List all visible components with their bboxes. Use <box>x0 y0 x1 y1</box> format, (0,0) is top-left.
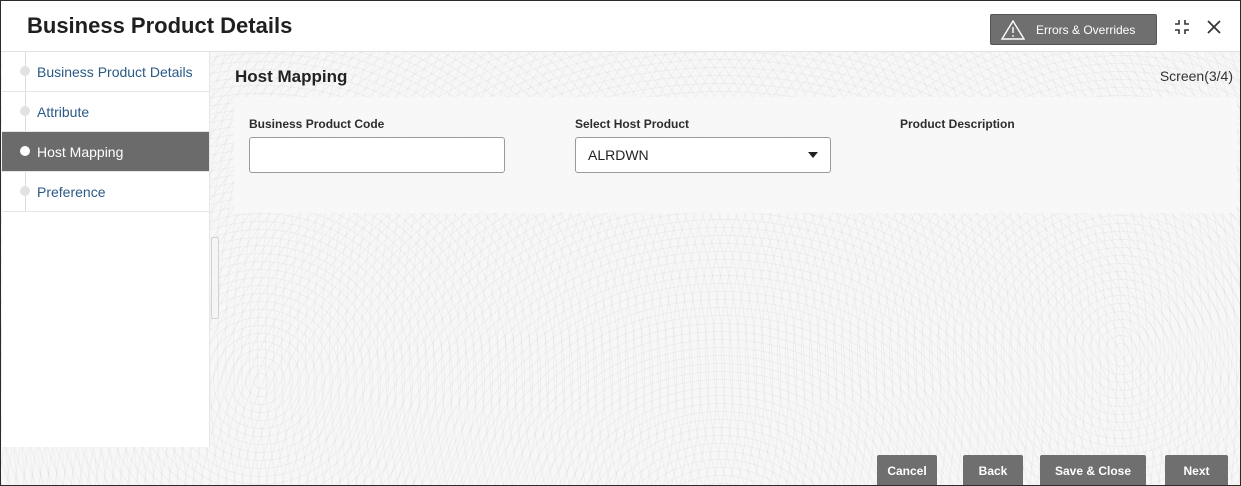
business-product-code-label: Business Product Code <box>249 117 385 131</box>
save-close-button[interactable]: Save & Close <box>1040 455 1146 485</box>
sidebar-item-host-mapping[interactable]: Host Mapping <box>2 132 209 172</box>
sidebar-item-preference[interactable]: Preference <box>2 172 209 212</box>
business-product-code-input[interactable] <box>249 137 505 173</box>
step-dot <box>20 66 30 76</box>
product-description-label: Product Description <box>900 117 1015 131</box>
screen-indicator: Screen(3/4) <box>1159 68 1233 84</box>
window-header: Business Product Details Errors & Overri… <box>1 1 1240 52</box>
sidebar-item-label: Business Product Details <box>37 64 193 80</box>
step-dot <box>20 106 30 116</box>
errors-overrides-button[interactable]: Errors & Overrides <box>990 14 1157 45</box>
window-title: Business Product Details <box>27 13 293 38</box>
close-icon[interactable] <box>1204 17 1224 37</box>
step-sidebar: Business Product Details Attribute Host … <box>2 52 210 447</box>
business-product-window: Business Product Details Errors & Overri… <box>0 0 1241 486</box>
sidebar-resize-handle[interactable] <box>211 237 219 319</box>
select-host-product-dropdown[interactable]: ALRDWN <box>575 137 831 173</box>
select-host-product-label: Select Host Product <box>575 117 690 131</box>
sidebar-item-label: Preference <box>37 184 106 200</box>
sidebar-item-business-product-details[interactable]: Business Product Details <box>2 52 209 92</box>
next-button[interactable]: Next <box>1165 455 1228 485</box>
minimize-icon[interactable] <box>1172 17 1192 37</box>
errors-overrides-label: Errors & Overrides <box>1036 22 1136 37</box>
section-title: Host Mapping <box>235 67 348 86</box>
warning-icon <box>1001 19 1025 40</box>
selected-host-product: ALRDWN <box>588 147 649 163</box>
sidebar-item-label: Host Mapping <box>37 144 124 160</box>
cancel-button[interactable]: Cancel <box>877 455 937 485</box>
sidebar-item-label: Attribute <box>37 104 90 120</box>
chevron-down-icon <box>808 152 818 158</box>
step-dot <box>20 186 30 196</box>
back-button[interactable]: Back <box>963 455 1023 485</box>
sidebar-item-attribute[interactable]: Attribute <box>2 92 209 132</box>
step-dot <box>20 146 30 156</box>
